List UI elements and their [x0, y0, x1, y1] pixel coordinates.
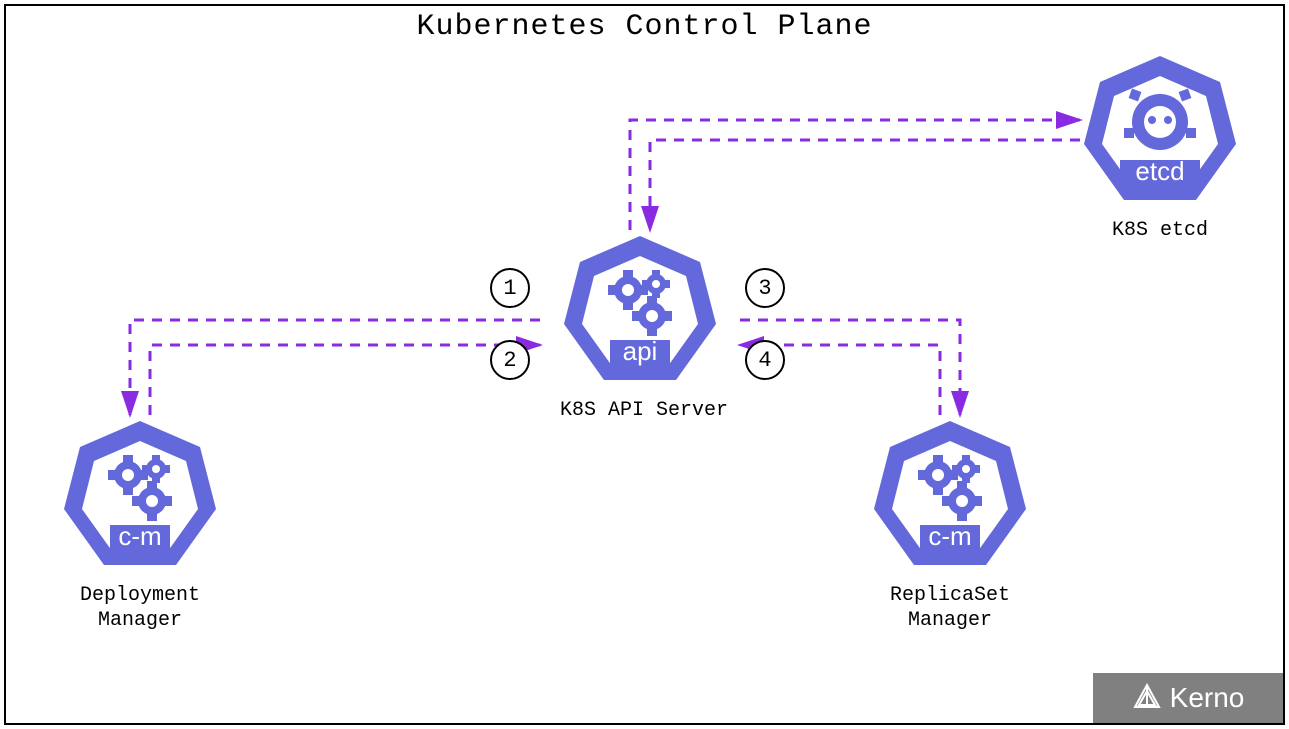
kerno-logo-icon — [1132, 683, 1162, 713]
etcd-icon: etcd — [1080, 50, 1240, 210]
node-deployment-manager: c-m Deployment Manager — [60, 415, 220, 633]
diagram-title: Kubernetes Control Plane — [0, 10, 1289, 44]
brand-watermark: Kerno — [1093, 673, 1283, 723]
cm-badge-text-1: c-m — [118, 521, 161, 551]
step-2-badge: 2 — [490, 340, 530, 380]
node-etcd: etcd K8S etcd — [1080, 50, 1240, 243]
etcd-badge-text: etcd — [1135, 156, 1184, 186]
replicaset-manager-label: ReplicaSet Manager — [870, 583, 1030, 633]
brand-text: Kerno — [1170, 682, 1245, 714]
node-replicaset-manager: c-m ReplicaSet Manager — [870, 415, 1030, 633]
step-4-badge: 4 — [745, 340, 785, 380]
api-server-icon: api — [560, 230, 720, 390]
step-3-badge: 3 — [745, 268, 785, 308]
deployment-manager-label: Deployment Manager — [60, 583, 220, 633]
etcd-label: K8S etcd — [1080, 218, 1240, 243]
step-1-badge: 1 — [490, 268, 530, 308]
replicaset-manager-icon: c-m — [870, 415, 1030, 575]
cm-badge-text-2: c-m — [928, 521, 971, 551]
api-label: K8S API Server — [560, 398, 728, 423]
node-api-server: api K8S API Server — [560, 230, 728, 423]
deployment-manager-icon: c-m — [60, 415, 220, 575]
api-badge-text: api — [623, 336, 658, 366]
